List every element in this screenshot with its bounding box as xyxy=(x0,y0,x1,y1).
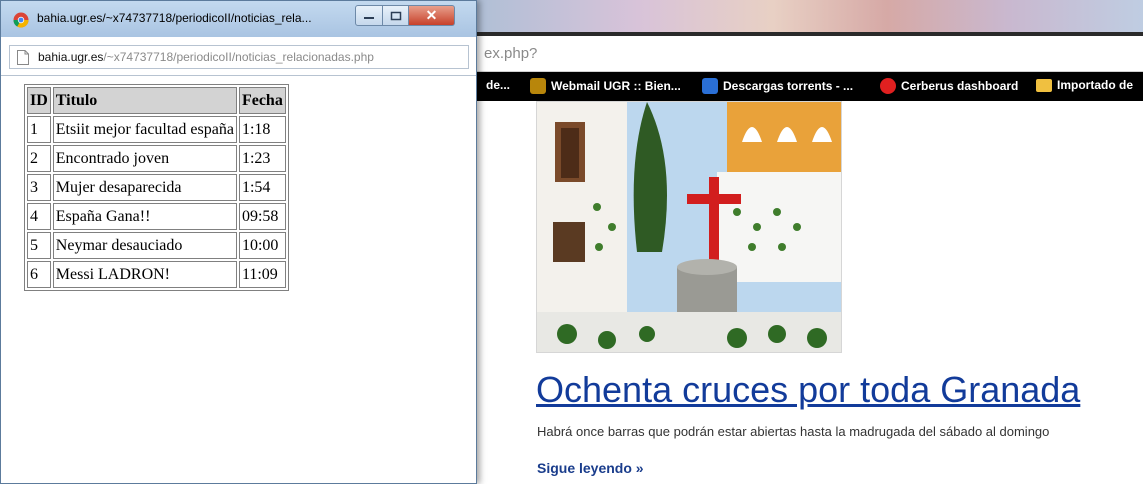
minimize-button[interactable] xyxy=(355,5,383,26)
cell-fecha: 11:09 xyxy=(238,261,286,288)
article-title-link[interactable]: Ochenta cruces por toda Granada xyxy=(536,369,1080,411)
table-row: 3 Mujer desaparecida 1:54 xyxy=(27,174,286,201)
bookmark-torrents[interactable]: Descargas torrents - ... xyxy=(702,78,853,94)
page-icon xyxy=(17,50,29,65)
webmail-icon xyxy=(530,78,546,94)
bookmark-item[interactable]: de... xyxy=(486,78,510,92)
cell-titulo: Messi LADRON! xyxy=(52,261,237,288)
popup-address-bar[interactable]: bahia.ugr.es/~x74737718/periodicoII/noti… xyxy=(9,45,469,69)
bookmark-label: Descargas torrents - ... xyxy=(723,79,854,93)
close-icon: ✕ xyxy=(425,7,438,23)
cell-titulo: Mujer desaparecida xyxy=(52,174,237,201)
article-section: Ochenta cruces por toda Granada Habrá on… xyxy=(470,101,1143,484)
cell-titulo: Encontrado joven xyxy=(52,145,237,172)
cell-id: 4 xyxy=(27,203,51,230)
cell-id: 5 xyxy=(27,232,51,259)
bookmark-label: Cerberus dashboard xyxy=(901,79,1019,93)
torrent-icon xyxy=(702,78,718,94)
table-header-row: ID Titulo Fecha xyxy=(27,87,286,114)
maximize-button[interactable] xyxy=(383,5,409,26)
bookmark-cerberus[interactable]: Cerberus dashboard xyxy=(880,78,1018,94)
cell-id: 1 xyxy=(27,116,51,143)
cell-fecha: 1:54 xyxy=(238,174,286,201)
cell-fecha: 10:00 xyxy=(238,232,286,259)
background-url-text[interactable]: ex.php? xyxy=(484,45,537,62)
bookmarks-bar: de... Webmail UGR :: Bien... Descargas t… xyxy=(470,72,1143,101)
cell-fecha: 1:23 xyxy=(238,145,286,172)
read-more-link[interactable]: Sigue leyendo » xyxy=(537,460,644,476)
bookmark-webmail[interactable]: Webmail UGR :: Bien... xyxy=(530,78,681,94)
popup-url[interactable]: bahia.ugr.es/~x74737718/periodicoII/noti… xyxy=(38,50,374,64)
cell-id: 2 xyxy=(27,145,51,172)
bookmark-imported-folder[interactable]: Importado de xyxy=(1036,78,1133,92)
article-image[interactable] xyxy=(536,101,842,353)
folder-icon xyxy=(1036,78,1052,92)
table-row: 6 Messi LADRON! 11:09 xyxy=(27,261,286,288)
cell-titulo: España Gana!! xyxy=(52,203,237,230)
bookmark-label: Webmail UGR :: Bien... xyxy=(551,79,681,93)
granada-cross-photo xyxy=(537,102,841,352)
popup-page-content: ID Titulo Fecha 1 Etsiit mejor facultad … xyxy=(1,75,476,483)
chrome-icon xyxy=(13,12,29,28)
maximize-icon xyxy=(390,11,401,20)
related-news-table: ID Titulo Fecha 1 Etsiit mejor facultad … xyxy=(24,84,289,291)
cell-fecha: 09:58 xyxy=(238,203,286,230)
url-path: /~x74737718/periodicoII/noticias_relacio… xyxy=(103,50,374,64)
cell-id: 6 xyxy=(27,261,51,288)
column-header-fecha: Fecha xyxy=(238,87,286,114)
table-row: 2 Encontrado joven 1:23 xyxy=(27,145,286,172)
cell-titulo: Etsiit mejor facultad españa xyxy=(52,116,237,143)
window-controls: ✕ xyxy=(355,5,455,26)
close-button[interactable]: ✕ xyxy=(409,5,455,26)
cerberus-icon xyxy=(880,78,896,94)
cell-fecha: 1:18 xyxy=(238,116,286,143)
background-window-titlebar[interactable] xyxy=(470,0,1143,36)
url-host: bahia.ugr.es xyxy=(38,50,104,64)
popup-browser-window: bahia.ugr.es/~x74737718/periodicoII/noti… xyxy=(0,0,477,484)
article-subtitle: Habrá once barras que podrán estar abier… xyxy=(537,424,1050,439)
popup-titlebar[interactable]: bahia.ugr.es/~x74737718/periodicoII/noti… xyxy=(1,1,476,37)
cell-id: 3 xyxy=(27,174,51,201)
table-row: 1 Etsiit mejor facultad españa 1:18 xyxy=(27,116,286,143)
cell-titulo: Neymar desauciado xyxy=(52,232,237,259)
popup-window-title: bahia.ugr.es/~x74737718/periodicoII/noti… xyxy=(37,11,312,25)
background-address-bar[interactable]: ex.php? xyxy=(470,36,1143,72)
minimize-icon xyxy=(364,16,374,19)
table-row: 4 España Gana!! 09:58 xyxy=(27,203,286,230)
bookmark-label: Importado de xyxy=(1057,78,1134,92)
bookmark-label: de... xyxy=(486,78,511,92)
column-header-titulo: Titulo xyxy=(52,87,237,114)
column-header-id: ID xyxy=(27,87,51,114)
table-row: 5 Neymar desauciado 10:00 xyxy=(27,232,286,259)
